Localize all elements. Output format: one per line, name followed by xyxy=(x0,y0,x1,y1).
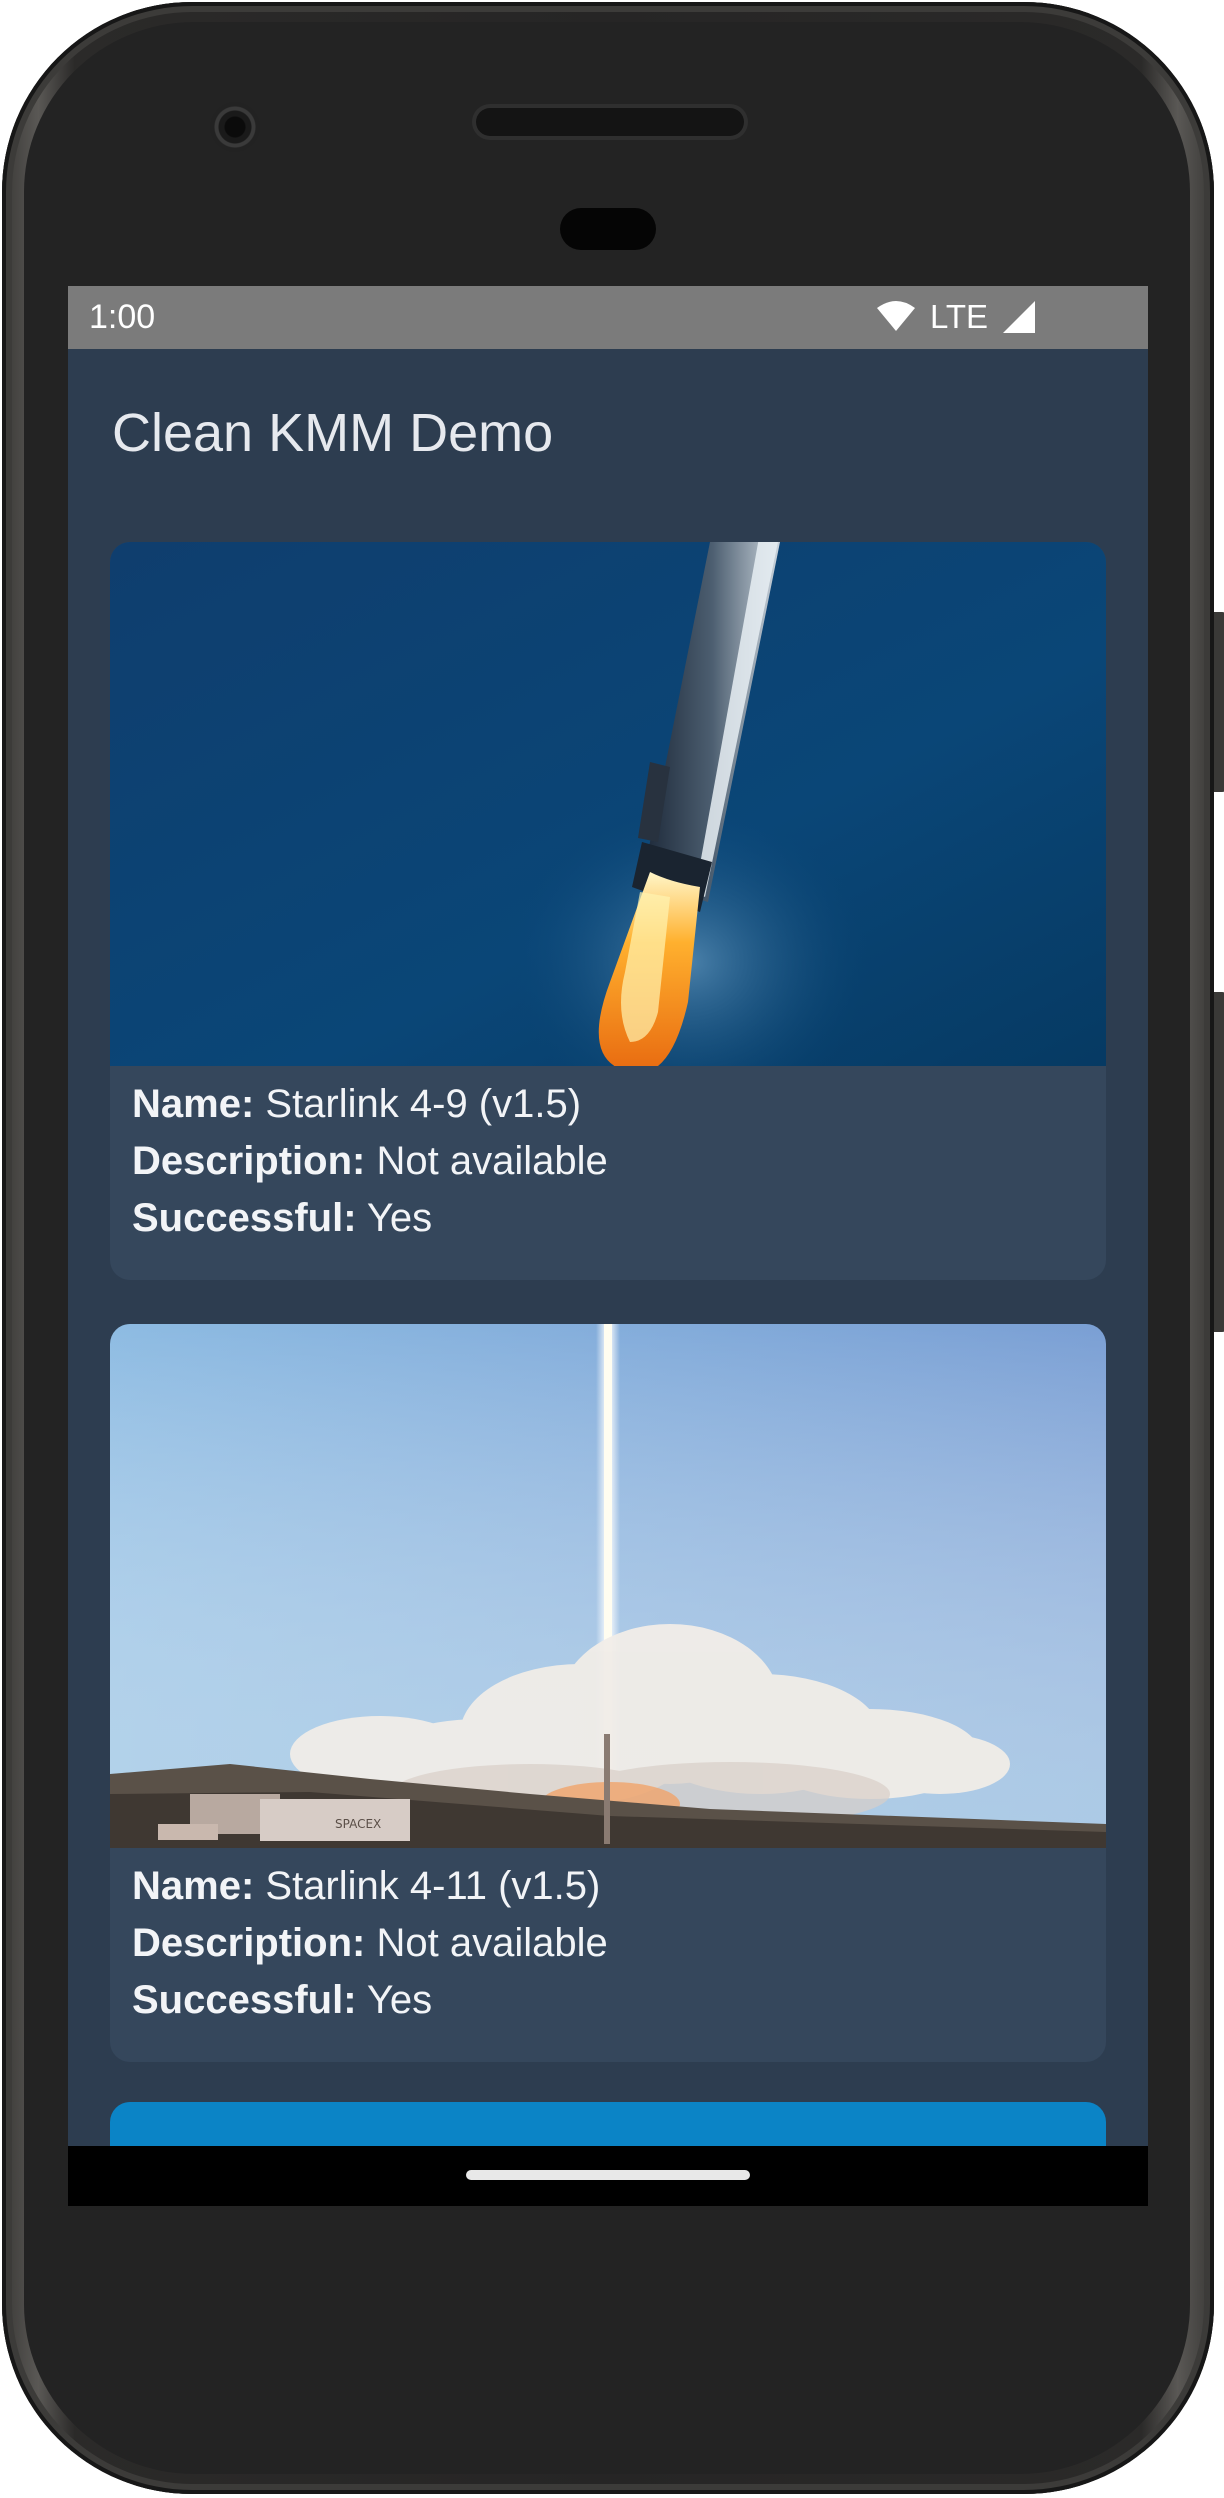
earpiece-speaker xyxy=(476,108,744,136)
description-label: Description: xyxy=(132,1139,366,1183)
app-title: Clean KMM Demo xyxy=(112,403,554,463)
power-button xyxy=(1214,612,1224,792)
app-screen: 1:00 LTE Clean KMM Demo Name: Starlink 4… xyxy=(68,286,1148,2206)
launch-description: Not available xyxy=(376,1921,608,1965)
launch-description-row: Description: Not available xyxy=(132,1133,608,1190)
launch-successful-row: Successful: Yes xyxy=(132,1972,608,2029)
launch-name: Starlink 4-9 (v1.5) xyxy=(265,1082,582,1126)
wifi-icon xyxy=(877,301,915,331)
launch-name: Starlink 4-11 (v1.5) xyxy=(265,1864,601,1908)
launch-details: Name: Starlink 4-11 (v1.5) Description: … xyxy=(132,1858,608,2029)
front-camera xyxy=(210,102,260,152)
launch-name-row: Name: Starlink 4-11 (v1.5) xyxy=(132,1858,608,1915)
rocket-ascending-image xyxy=(110,542,1106,1066)
launch-successful: Yes xyxy=(366,1978,433,2022)
launch-card[interactable]: Name: Starlink 4-9 (v1.5) Description: N… xyxy=(110,542,1106,1280)
launch-details: Name: Starlink 4-9 (v1.5) Description: N… xyxy=(132,1076,608,1247)
launch-name-row: Name: Starlink 4-9 (v1.5) xyxy=(132,1076,608,1133)
status-bar: 1:00 LTE xyxy=(68,286,1148,349)
network-type-label: LTE xyxy=(930,298,989,335)
successful-label: Successful: xyxy=(132,1978,357,2022)
rocket-liftoff-image: SPACEX xyxy=(110,1324,1106,1848)
successful-label: Successful: xyxy=(132,1196,357,1240)
launch-description: Not available xyxy=(376,1139,608,1183)
name-label: Name: xyxy=(132,1082,255,1126)
phone-frame: 1:00 LTE Clean KMM Demo Name: Starlink 4… xyxy=(2,2,1224,2494)
proximity-sensor xyxy=(560,208,656,250)
navigation-bar xyxy=(68,2146,1148,2206)
launch-successful-row: Successful: Yes xyxy=(132,1190,608,1247)
launch-card[interactable]: SPACEX Name: Starlink 4-11 (v1.5) Descri… xyxy=(110,1324,1106,2062)
name-label: Name: xyxy=(132,1864,255,1908)
description-label: Description: xyxy=(132,1921,366,1965)
home-gesture-handle[interactable] xyxy=(466,2170,750,2180)
launch-description-row: Description: Not available xyxy=(132,1915,608,1972)
signal-icon xyxy=(1003,301,1035,333)
volume-button xyxy=(1214,992,1224,1332)
launch-successful: Yes xyxy=(366,1196,433,1240)
status-time: 1:00 xyxy=(89,298,156,336)
spacex-building-text: SPACEX xyxy=(335,1817,381,1831)
